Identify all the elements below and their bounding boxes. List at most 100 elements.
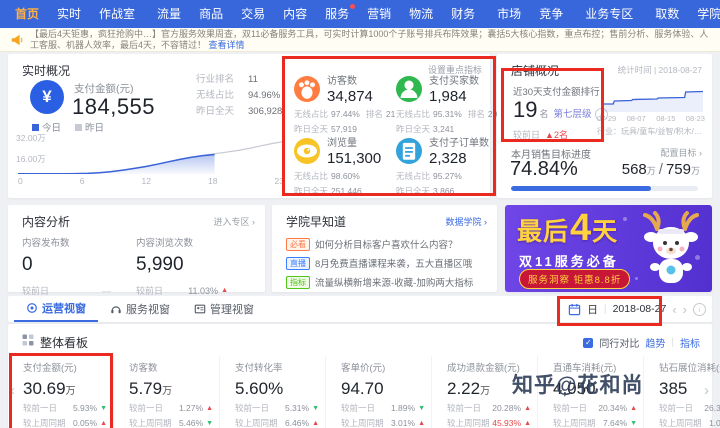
nav-item-0[interactable]: 首页 <box>6 0 48 28</box>
realtime-title: 实时概况 <box>22 64 71 78</box>
notice-bar: 【最后4天钜惠，疯狂抢购中…】官方服务效果周查，双11必备服务工具，可实时计算1… <box>0 28 720 52</box>
content-title: 内容分析 <box>22 215 71 229</box>
realtime-tile-pageview: 浏览量 151,300 无线占比 98.60% 昨日全天 251,446 <box>294 137 382 196</box>
nav-item-8[interactable]: 服务 <box>316 0 358 28</box>
date-picker[interactable]: 日 | 2018-08-27 ‹ › i <box>568 302 706 317</box>
pageview-icon <box>294 137 320 164</box>
rank-unit: 名 <box>539 109 549 119</box>
nav-item-19[interactable]: 学院 <box>688 0 720 28</box>
payment-amount-value: 184,555 <box>72 94 156 119</box>
target-icon <box>27 303 37 313</box>
x-axis-ticks: 0 6 12 18 23 <box>18 176 284 186</box>
content-metric-0: 内容发布数 0 较前日 — <box>22 238 111 296</box>
yen-icon: ¥ <box>30 80 64 114</box>
shop-chart-ticks: 07-29 08-07 08-15 08-23 <box>597 114 705 123</box>
industry-label: 行业：玩具/童车/益智/积木/… <box>597 127 702 136</box>
nav-item-11[interactable]: 财务 <box>442 0 484 28</box>
peer-compare-checkbox[interactable]: ✓ <box>583 337 594 348</box>
realtime-tile-visitor: 访客数 34,874 无线占比 97.44% 排名 21 昨日全天 57,919 <box>294 75 396 134</box>
notice-detail-link[interactable]: 查看详情 <box>209 40 245 50</box>
nav-item-9[interactable]: 营销 <box>358 0 400 28</box>
tab-service-view[interactable]: 服务视窗 <box>98 296 182 322</box>
grid-icon <box>22 334 34 346</box>
enter-zone-link[interactable]: 进入专区 › <box>214 215 256 228</box>
realtime-tile-buyer: 支付买家数 1,984 无线占比 95.31% 排名 20 昨日全天 3,241 <box>396 75 498 134</box>
megaphone-icon <box>11 34 23 45</box>
stat-label: 昨日全天 <box>196 106 235 117</box>
kanban-card-3[interactable]: 客单价(元) 94.70 较前一日 1.89% ▼ 较上周同期 3.01% ▲ <box>326 356 432 428</box>
calendar-icon <box>569 303 581 315</box>
date-value[interactable]: 2018-08-27 <box>613 303 667 315</box>
order-icon <box>396 137 422 164</box>
deer-mascot-illustration <box>643 211 699 283</box>
nav-item-1[interactable]: 实时 <box>48 0 90 28</box>
notification-dot <box>350 4 356 9</box>
sales-target-fraction: 568 万 / 759 万 <box>621 161 700 178</box>
academy-item-0[interactable]: 必看 如何分析目标客户喜欢什么内容？ <box>286 237 489 251</box>
nav-item-14[interactable]: 竞争 <box>530 0 572 28</box>
shop-rank-step-chart <box>601 90 703 112</box>
top-nav-items: 首页 实时 作战室 流量 商品 交易 内容 服务 营销 物流 财务 市场 竞争 业务专区 取数 学院 <box>6 0 720 28</box>
academy-title: 学院早知道 <box>286 215 347 229</box>
carousel-prev-icon[interactable]: ‹ <box>10 382 15 399</box>
kanban-title: 整体看板 <box>40 336 89 350</box>
sales-progress-fill <box>511 186 651 191</box>
watermark: 知乎@花和尚 <box>512 374 644 397</box>
stat-value: 11 <box>248 74 258 85</box>
tier-label: 第七层级 <box>553 109 592 120</box>
nav-item-18[interactable]: 取数 <box>646 0 688 28</box>
nav-item-13[interactable]: 市场 <box>488 0 530 28</box>
stat-label: 无线占比 <box>196 90 235 101</box>
stat-value: 306,928 <box>248 106 283 117</box>
shop-title: 店铺概况 <box>511 64 560 78</box>
kanban-card-2[interactable]: 支付转化率 5.60% 较前一日 5.31% ▼ 较上周同期 6.46% ▲ <box>220 356 326 428</box>
dashboard-root: 首页 实时 作战室 流量 商品 交易 内容 服务 营销 物流 财务 市场 竞争 业务专区 取数 学院 【最后4… <box>0 0 720 428</box>
notice-text: 【最后4天钜惠，疯狂抢购中…】官方服务效果周查，双11必备服务工具，可实时计算1… <box>30 28 709 50</box>
date-granularity[interactable]: 日 <box>587 302 598 317</box>
nav-item-16[interactable]: 业务专区 <box>576 0 642 28</box>
tab-management-view[interactable]: 管理视窗 <box>182 296 266 322</box>
configure-target-link[interactable]: 配置目标 › <box>661 146 703 159</box>
metrics-link[interactable]: 指标 <box>680 335 700 350</box>
stat-value: 94.96% <box>248 90 281 101</box>
realtime-overview-card: 实时概况 设置重点指标 ¥ 支付金额(元) 184,555 行业排名 11 无线占… <box>8 54 498 198</box>
headset-icon <box>111 306 121 314</box>
promo-subline: 双11服务必备 <box>519 254 619 269</box>
next-date-icon[interactable]: › <box>683 303 687 316</box>
nav-item-5[interactable]: 商品 <box>190 0 232 28</box>
peer-compare-label: 同行对比 <box>599 339 640 350</box>
promo-banner[interactable]: 最后 4 天 双11服务必备 服务洞察 钜惠8.8折 <box>505 205 712 292</box>
academy-card: 学院早知道 数据学院 › 必看 如何分析目标客户喜欢什么内容？ 直播 8月免费直… <box>272 205 497 292</box>
kanban-card-1[interactable]: 访客数 5.79万 较前一日 1.27% ▲ 较上周同期 5.46% ▼ <box>114 356 220 428</box>
rank-up-arrow-value: ▲2名 <box>545 130 568 140</box>
visitor-icon <box>294 75 320 102</box>
academy-item-2[interactable]: 指标 流量纵横新增来源-收藏-加购两大指标 <box>286 275 489 289</box>
shop-overview-card: 店铺概况 统计时间 | 2018-08-27 近30天支付金额排行 19 名 第… <box>497 54 712 198</box>
buyer-icon <box>396 75 422 102</box>
nav-item-2[interactable]: 作战室 <box>90 0 144 28</box>
prev-date-icon[interactable]: ‹ <box>672 303 676 316</box>
tab-operations-view[interactable]: 运营视窗 <box>14 296 98 322</box>
kanban-card-0[interactable]: 支付金额(元) 30.69万 较前一日 5.93% ▼ 较上周同期 0.05% ▲ <box>8 356 114 428</box>
nav-item-7[interactable]: 内容 <box>274 0 316 28</box>
stat-time: 统计时间 | 2018-08-27 <box>617 65 702 75</box>
trend-link[interactable]: 趋势 <box>645 335 665 350</box>
stat-label: 行业排名 <box>196 74 235 85</box>
rank-label: 近30天支付金额排行 <box>513 87 600 98</box>
nav-item-4[interactable]: 流量 <box>148 0 190 28</box>
academy-link[interactable]: 数据学院 › <box>446 215 488 228</box>
promo-pill: 服务洞察 钜惠8.8折 <box>519 269 631 289</box>
nav-item-10[interactable]: 物流 <box>400 0 442 28</box>
date-info-icon[interactable]: i <box>693 302 706 316</box>
carousel-next-icon[interactable]: › <box>704 382 709 399</box>
sales-target-percent: 74.84% <box>510 158 578 180</box>
nav-item-6[interactable]: 交易 <box>232 0 274 28</box>
sales-progress-bar <box>511 186 698 191</box>
academy-item-1[interactable]: 直播 8月免费直播课程来袭，五大直播区哦 <box>286 256 489 270</box>
top-nav: 首页 实时 作战室 流量 商品 交易 内容 服务 营销 物流 财务 市场 竞争 业务专区 取数 学院 <box>0 0 720 28</box>
rank-line: 19 名 第七层级 i <box>513 97 608 123</box>
realtime-line-chart <box>18 140 284 174</box>
realtime-tile-order: 支付子订单数 2,328 无线占比 95.27% 昨日全天 3,866 <box>396 137 489 196</box>
id-card-icon <box>194 304 206 314</box>
kanban-controls: ✓ 同行对比 趋势 | 指标 <box>583 335 700 350</box>
